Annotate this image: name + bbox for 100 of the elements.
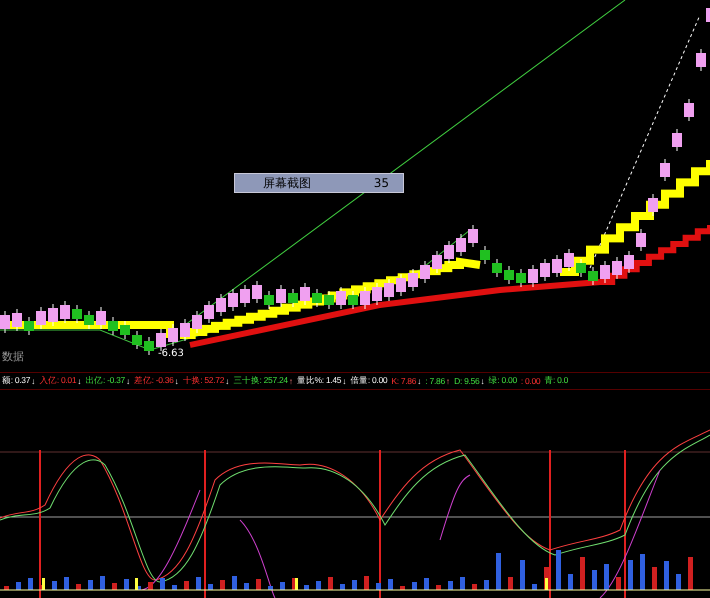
candle	[96, 306, 106, 330]
candle	[696, 48, 706, 72]
candle	[492, 258, 502, 278]
candle	[288, 288, 298, 308]
volume-bar	[532, 584, 537, 590]
trend-arrow: ↓	[31, 376, 36, 386]
trend-arrow: ↓	[225, 376, 230, 386]
candle	[420, 260, 430, 284]
indicator-value: : 7.86	[425, 376, 445, 386]
volume-bar	[28, 578, 33, 590]
candle	[706, 8, 710, 22]
volume-bar	[556, 550, 561, 590]
candle	[444, 240, 454, 264]
candle	[360, 286, 370, 310]
candle	[660, 158, 670, 182]
volume-bar	[508, 577, 513, 590]
candle	[408, 268, 418, 292]
candle	[276, 284, 286, 308]
candle	[672, 128, 682, 152]
volume-bar	[4, 586, 9, 590]
volume-bar	[640, 554, 645, 590]
volume-bar	[100, 576, 105, 590]
indicator-value: 青: 0.0	[544, 375, 568, 387]
candle	[648, 194, 658, 216]
candle	[324, 290, 334, 310]
volume-bar	[328, 577, 333, 590]
candle	[204, 300, 214, 324]
volume-bar	[304, 585, 309, 590]
indicator-value: 入亿: 0.01	[39, 375, 76, 387]
volume-bar	[520, 560, 525, 590]
candle	[144, 336, 154, 356]
candle	[684, 98, 694, 122]
indicator-value: D: 9.56	[454, 376, 480, 386]
candle	[480, 246, 490, 264]
candle	[120, 320, 130, 340]
candle	[504, 266, 514, 284]
candle	[72, 304, 82, 324]
volume-bar	[424, 578, 429, 590]
candle	[396, 274, 406, 296]
volume-bar	[52, 581, 57, 590]
volume-bar	[376, 583, 381, 590]
trend-arrow: ↓	[480, 376, 485, 386]
candle	[636, 228, 646, 252]
volume-bar	[148, 582, 153, 590]
volume-bar	[616, 577, 621, 590]
signal-marker	[135, 578, 138, 590]
volume-bar	[448, 581, 453, 590]
trend-arrow: ↓	[77, 376, 82, 386]
data-label: 数据	[2, 349, 24, 364]
indicator-value: 倍量: 0.00	[350, 375, 388, 387]
candle	[336, 286, 346, 310]
volume-bar	[184, 581, 189, 590]
low-price-label: -6.63	[158, 348, 184, 359]
candle	[552, 254, 562, 278]
candle	[468, 224, 478, 248]
indicator-value: 三十换: 257.24	[233, 375, 288, 387]
candle	[264, 290, 274, 310]
volume-bar	[244, 583, 249, 590]
candle	[300, 282, 310, 306]
trend-arrow: ↑	[446, 376, 450, 386]
candle	[384, 278, 394, 302]
trend-arrow: ↓	[342, 376, 346, 386]
volume-bar	[160, 578, 165, 590]
candle	[84, 310, 94, 330]
trend-arrow: ↓	[417, 376, 422, 386]
candle	[612, 256, 622, 280]
candle	[168, 324, 178, 346]
volume-bar	[196, 577, 201, 590]
candle	[180, 318, 190, 342]
volume-bar	[64, 577, 69, 590]
indicator-value: 出亿: -0.37	[86, 375, 125, 387]
volume-bar	[112, 583, 117, 590]
volume-bar	[472, 584, 477, 590]
indicator-value: 量比%: 1.45	[297, 375, 342, 387]
candle	[240, 284, 250, 308]
signal-marker	[42, 578, 45, 590]
indicator-value: 十换: 52.72	[182, 375, 224, 387]
candle	[36, 306, 46, 330]
signal-marker	[545, 578, 548, 590]
volume-bar	[496, 553, 501, 590]
candle	[600, 260, 610, 284]
tooltip-title: 屏幕截图	[263, 174, 311, 192]
candle	[516, 268, 526, 288]
candle	[372, 282, 382, 306]
indicator-value: 差亿: -0.36	[134, 375, 174, 387]
volume-bar	[592, 570, 597, 590]
indicator-value: 绿: 0.00	[488, 375, 517, 387]
candle	[24, 316, 34, 336]
candle	[132, 330, 142, 350]
volume-bar	[628, 560, 633, 590]
volume-bar	[568, 574, 573, 590]
volume-bar	[676, 574, 681, 590]
indicator-value: : 0.00	[520, 376, 540, 386]
volume-bar	[460, 577, 465, 590]
volume-bar	[400, 586, 405, 590]
volume-bar	[280, 582, 285, 590]
indicator-value: K: 7.86	[391, 376, 416, 386]
volume-bar	[580, 557, 585, 590]
volume-bar	[604, 564, 609, 590]
volume-bar	[316, 581, 321, 590]
